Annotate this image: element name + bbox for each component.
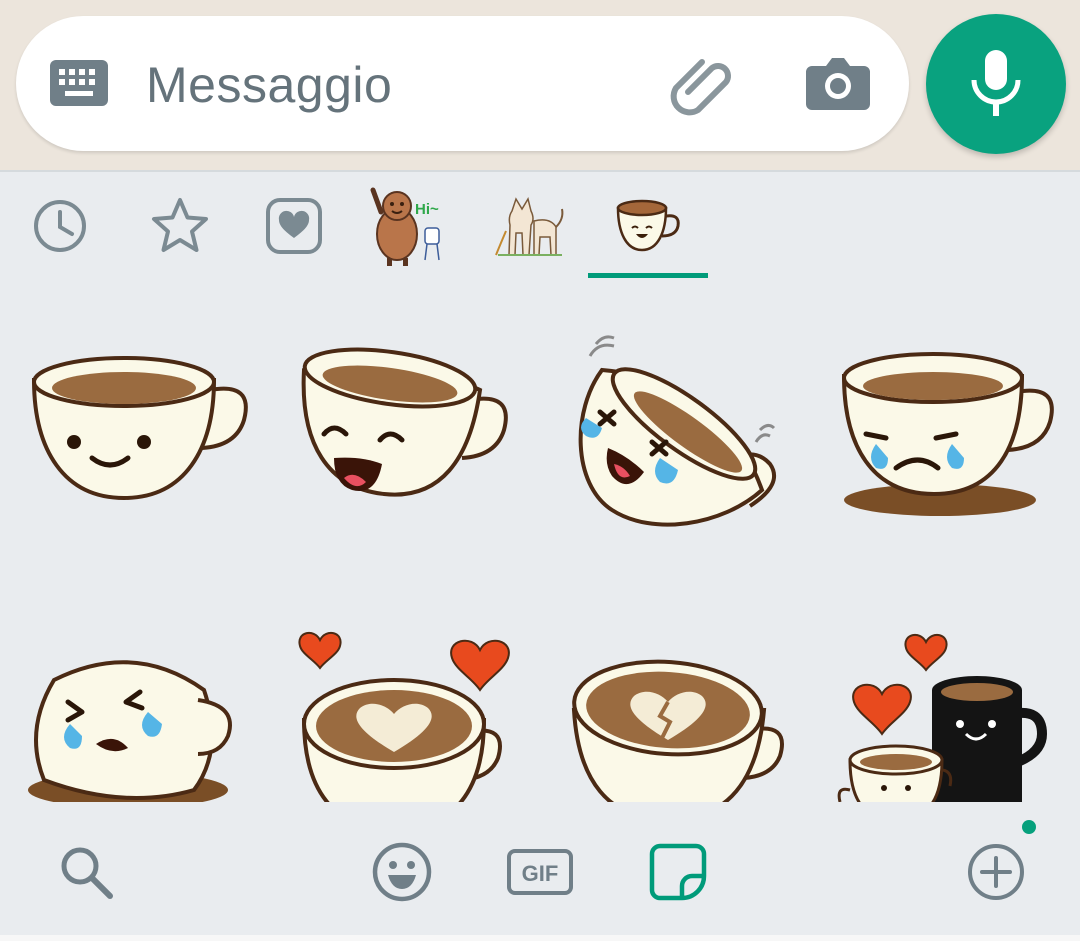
selected-tab-indicator <box>588 273 708 278</box>
tab-hearts[interactable] <box>236 172 352 280</box>
coffee-cup-smile[interactable] <box>20 330 270 570</box>
sticker-pack-tabs: Hi~ <box>0 170 1080 281</box>
gif-label: GIF <box>522 861 559 886</box>
coffee-cup-broken-heart[interactable] <box>564 650 814 802</box>
gif-tab[interactable]: GIF <box>500 832 580 912</box>
coffee-cups-love[interactable] <box>836 620 1080 802</box>
mic-icon <box>971 50 1021 116</box>
camera-icon[interactable] <box>806 54 870 115</box>
search-icon <box>61 847 113 899</box>
bottom-edge <box>0 935 1080 941</box>
recent-icon <box>34 200 86 252</box>
coffee-pack-icon <box>616 199 680 252</box>
sticker-grid <box>0 280 1080 802</box>
add-icon <box>968 844 1024 900</box>
emoji-tab[interactable] <box>362 832 442 912</box>
new-stickers-badge <box>1022 820 1036 834</box>
coffee-cup-cry-spill[interactable] <box>24 640 274 802</box>
favorites-icon <box>152 198 208 252</box>
gif-icon: GIF <box>507 849 573 895</box>
tab-coffee-pack[interactable] <box>590 172 706 280</box>
coffee-cup-tears-laugh[interactable] <box>560 320 810 560</box>
coffee-cup-sad[interactable] <box>830 330 1080 570</box>
message-input[interactable]: Messaggio <box>16 16 909 151</box>
emoji-icon <box>372 842 432 902</box>
add-sticker-button[interactable] <box>956 832 1036 912</box>
dog-pack <box>495 197 564 256</box>
mic-button[interactable] <box>926 14 1066 154</box>
emoji-keyboard-bottom-bar: GIF <box>0 802 1080 935</box>
coffee-cup-heart-latte[interactable] <box>290 620 540 802</box>
hi-character-pack: Hi~ <box>370 187 440 266</box>
tab-recent[interactable] <box>2 172 118 280</box>
tab-hi-pack[interactable]: Hi~ <box>350 172 466 280</box>
tab-favorites[interactable] <box>122 172 238 280</box>
tab-dog-pack[interactable] <box>470 172 586 280</box>
sticker-tab[interactable] <box>638 832 718 912</box>
coffee-cup-laugh[interactable] <box>290 330 540 570</box>
heart-icon <box>266 198 322 254</box>
attach-icon[interactable] <box>666 52 736 127</box>
sticker-icon <box>649 843 707 901</box>
message-placeholder: Messaggio <box>146 57 393 113</box>
hi-label: Hi~ <box>415 201 439 218</box>
composer-bar: Messaggio <box>0 0 1080 170</box>
keyboard-icon[interactable] <box>50 60 108 111</box>
search-button[interactable] <box>46 832 126 912</box>
